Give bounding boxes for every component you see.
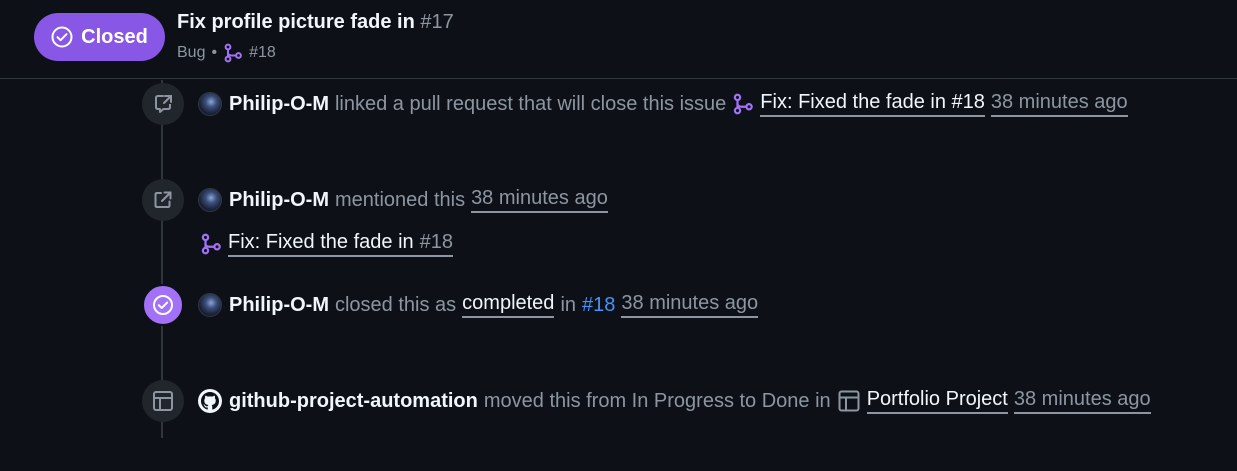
timeline-event-closed: Philip-O-M closed this as completed in #… [198, 292, 759, 318]
issue-label[interactable]: Bug [177, 44, 205, 62]
issue-state-badge: Closed [34, 13, 165, 61]
timeline-badge-mentioned [142, 179, 184, 221]
mentioned-pr-link[interactable]: Fix: Fixed the fade in #18 [228, 231, 454, 257]
timeline-event-project: github-project-automation moved this fro… [198, 388, 1151, 414]
event-actor[interactable]: github-project-automation [229, 390, 478, 413]
event-actor[interactable]: Philip-O-M [229, 294, 329, 317]
issue-number: #17 [420, 11, 454, 33]
cross-reference-icon [155, 95, 172, 113]
issue-title: Fix profile picture fade in #17 [177, 11, 454, 34]
pull-request-icon-wrap [200, 233, 222, 255]
timeline-event-mentioned: Philip-O-M mentioned this 38 minutes ago [198, 187, 608, 213]
event-text: mentioned this [334, 188, 466, 211]
event-timestamp[interactable]: 38 minutes ago [990, 91, 1128, 117]
timeline-badge-project [142, 380, 184, 422]
check-circle-icon [153, 295, 173, 315]
project-icon-wrap [837, 389, 861, 413]
avatar[interactable] [198, 92, 222, 116]
linked-pr-number[interactable]: #18 [249, 44, 276, 62]
github-logo-icon[interactable] [198, 389, 222, 413]
closing-pr-link[interactable]: #18 [582, 294, 615, 317]
event-text: linked a pull request that will close th… [334, 92, 727, 115]
issue-title-text: Fix profile picture fade in [177, 11, 415, 33]
issue-header: Closed Fix profile picture fade in #17 B… [0, 0, 1237, 79]
project-table-icon [838, 390, 860, 412]
state-label: Closed [81, 25, 148, 48]
mentioned-pr-title: Fix: Fixed the fade in [228, 231, 414, 253]
avatar[interactable] [198, 293, 222, 317]
pull-request-icon [201, 233, 221, 255]
meta-separator: • [211, 44, 218, 61]
event-text: moved this from In Progress to Done in [483, 389, 831, 412]
event-text: closed this as [334, 293, 457, 316]
event-actor[interactable]: Philip-O-M [229, 189, 329, 212]
event-actor[interactable]: Philip-O-M [229, 93, 329, 116]
timeline-badge-closed [142, 284, 184, 326]
event-timestamp[interactable]: 38 minutes ago [471, 187, 608, 213]
mention-icon [154, 191, 172, 208]
mentioned-pr-row: Fix: Fixed the fade in #18 [200, 231, 454, 257]
issue-sub-meta: Bug • #18 [177, 43, 276, 63]
event-in-text: in [560, 293, 577, 316]
event-timestamp[interactable]: 38 minutes ago [1013, 388, 1151, 414]
pull-request-icon [224, 43, 242, 63]
project-table-icon [153, 391, 173, 411]
timeline-badge-linked [142, 83, 184, 125]
pull-request-icon-wrap [732, 93, 754, 115]
linked-pr-link[interactable]: Fix: Fixed the fade in #18 [760, 91, 985, 117]
timeline-event-linked: Philip-O-M linked a pull request that wi… [198, 91, 1128, 117]
avatar[interactable] [198, 188, 222, 212]
event-timestamp[interactable]: 38 minutes ago [621, 292, 759, 318]
project-link[interactable]: Portfolio Project [866, 388, 1008, 414]
mentioned-pr-number: #18 [419, 231, 454, 253]
check-circle-icon [51, 26, 73, 48]
pull-request-icon [734, 93, 754, 115]
close-reason-link[interactable]: completed [462, 292, 555, 318]
